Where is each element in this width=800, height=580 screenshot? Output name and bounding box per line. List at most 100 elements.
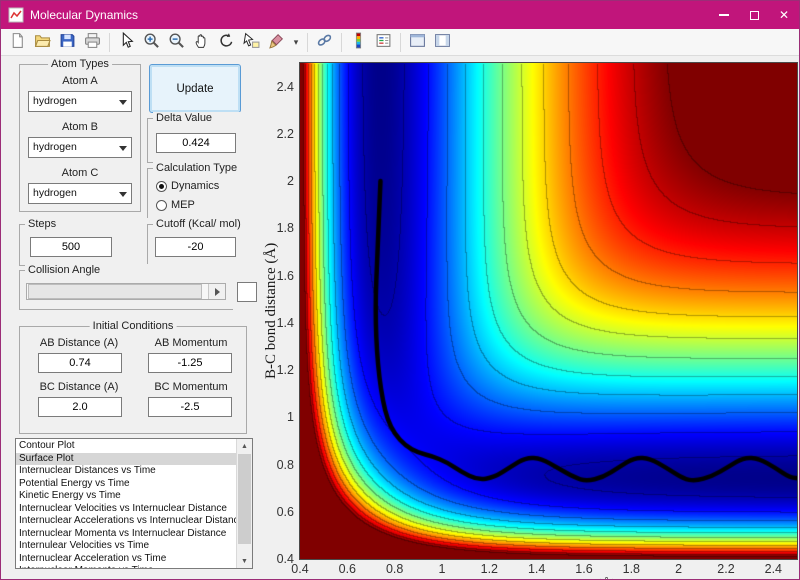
collision-angle-panel: Collision Angle <box>19 270 233 310</box>
collision-angle-slider[interactable] <box>26 283 226 300</box>
maximize-button[interactable] <box>739 1 769 29</box>
atom-c-dropdown[interactable]: hydrogen <box>28 183 132 204</box>
zoom-in-button[interactable] <box>140 31 163 54</box>
list-item[interactable]: Contour Plot <box>16 440 237 453</box>
contour-plot-canvas[interactable] <box>299 62 798 560</box>
ab-momentum-input[interactable] <box>148 353 232 373</box>
atom-types-title: Atom Types <box>48 58 112 70</box>
link-plot-icon <box>316 32 333 52</box>
new-figure-icon <box>9 32 26 52</box>
rotate-3d-button[interactable] <box>215 31 238 54</box>
atom-b-label: Atom B <box>20 121 140 133</box>
x-axis-ticks: 0.40.60.811.21.41.61.822.22.4 <box>300 562 797 577</box>
minimize-button[interactable] <box>709 1 739 29</box>
bc-momentum-input[interactable] <box>148 397 232 417</box>
brush-button[interactable] <box>265 31 288 54</box>
initial-conditions-title: Initial Conditions <box>90 320 177 332</box>
bc-distance-input[interactable] <box>38 397 122 417</box>
slider-thumb[interactable] <box>28 284 202 299</box>
hide-plot-tools-button[interactable] <box>406 31 429 54</box>
insert-legend-icon <box>375 32 392 52</box>
brush-dropdown-button[interactable]: ▾ <box>290 31 302 54</box>
list-item[interactable]: Internuclear Distances vs Time <box>16 465 237 478</box>
link-plot-button[interactable] <box>313 31 336 54</box>
zoom-out-icon <box>168 32 185 52</box>
delta-value-input[interactable] <box>156 133 236 153</box>
pan-icon <box>193 32 210 52</box>
list-item[interactable]: Internuclear Accelerations vs Internucle… <box>16 515 237 528</box>
print-figure-button[interactable] <box>81 31 104 54</box>
show-plot-tools-button[interactable] <box>431 31 454 54</box>
toolbar-separator <box>341 33 342 52</box>
scroll-down-button[interactable]: ▼ <box>237 554 252 568</box>
bc-momentum-label: BC Momentum <box>138 381 244 393</box>
list-item[interactable]: Surface Plot <box>16 453 237 466</box>
listbox-scrollbar[interactable]: ▲ ▼ <box>236 439 252 568</box>
atom-types-panel: Atom Types Atom A hydrogen Atom B hydrog… <box>19 64 141 212</box>
maximize-icon <box>750 11 759 20</box>
x-tick-label: 1.8 <box>623 562 640 576</box>
slider-right-arrow[interactable] <box>208 284 225 299</box>
y-tick-label: 0.6 <box>277 505 294 519</box>
zoom-out-button[interactable] <box>165 31 188 54</box>
open-file-icon <box>34 32 51 52</box>
brush-icon <box>268 32 285 52</box>
x-tick-label: 0.8 <box>386 562 403 576</box>
y-tick-label: 1 <box>287 410 294 424</box>
radio-mep-label: MEP <box>171 199 195 211</box>
list-item[interactable]: Internuclear Momenta vs Internuclear Dis… <box>16 528 237 541</box>
chevron-down-icon <box>119 146 127 151</box>
insert-legend-button[interactable] <box>372 31 395 54</box>
x-tick-label: 2.4 <box>765 562 782 576</box>
collision-angle-input[interactable] <box>237 282 257 302</box>
cutoff-input[interactable] <box>155 237 236 257</box>
list-item[interactable]: Internuclear Acceleration vs Time <box>16 553 237 566</box>
save-figure-button[interactable] <box>56 31 79 54</box>
radio-dynamics[interactable]: Dynamics <box>156 179 219 193</box>
close-icon: ✕ <box>779 9 789 21</box>
y-tick-label: 1.6 <box>277 269 294 283</box>
calculation-type-panel: Calculation Type Dynamics MEP <box>147 168 244 224</box>
list-item[interactable]: Internuclear Momenta vs Time <box>16 565 237 568</box>
atom-b-dropdown[interactable]: hydrogen <box>28 137 132 158</box>
steps-input[interactable] <box>30 237 112 257</box>
atom-a-dropdown[interactable]: hydrogen <box>28 91 132 112</box>
x-axis-label: A-B bond distance (Å) <box>300 577 797 579</box>
atom-a-value: hydrogen <box>33 95 77 107</box>
insert-colorbar-button[interactable] <box>347 31 370 54</box>
y-tick-label: 0.8 <box>277 458 294 472</box>
pan-button[interactable] <box>190 31 213 54</box>
edit-plot-button[interactable] <box>115 31 138 54</box>
list-item[interactable]: Potential Energy vs Time <box>16 478 237 491</box>
window-title: Molecular Dynamics <box>30 8 709 22</box>
close-button[interactable]: ✕ <box>769 1 799 29</box>
radio-button-icon <box>156 181 167 192</box>
radio-dynamics-label: Dynamics <box>171 180 219 192</box>
ab-distance-input[interactable] <box>38 353 122 373</box>
list-item[interactable]: Kinetic Energy vs Time <box>16 490 237 503</box>
window-controls: ✕ <box>709 1 799 29</box>
update-button[interactable]: Update <box>149 64 241 113</box>
dropdown-arrow-icon: ▾ <box>294 37 299 48</box>
control-panel: Atom Types Atom A hydrogen Atom B hydrog… <box>1 56 263 579</box>
scrollbar-thumb[interactable] <box>238 454 251 544</box>
open-file-button[interactable] <box>31 31 54 54</box>
list-item[interactable]: Internulear Velocities vs Time <box>16 540 237 553</box>
minimize-icon <box>719 14 729 16</box>
x-tick-label: 1.2 <box>481 562 498 576</box>
show-plot-tools-icon <box>434 32 451 52</box>
data-cursor-button[interactable] <box>240 31 263 54</box>
list-item[interactable]: Internuclear Velocities vs Internuclear … <box>16 503 237 516</box>
print-figure-icon <box>84 32 101 52</box>
new-figure-button[interactable] <box>6 31 29 54</box>
right-arrow-icon <box>215 288 220 296</box>
slider-track[interactable] <box>27 284 208 299</box>
plot-region: B-C bond distance (Å) 0.40.60.811.21.41.… <box>263 56 799 579</box>
radio-mep[interactable]: MEP <box>156 198 195 212</box>
x-tick-label: 2.2 <box>717 562 734 576</box>
y-tick-label: 2 <box>287 174 294 188</box>
chevron-down-icon <box>119 100 127 105</box>
y-tick-label: 1.8 <box>277 221 294 235</box>
atom-c-label: Atom C <box>20 167 140 179</box>
scroll-up-button[interactable]: ▲ <box>237 439 252 453</box>
